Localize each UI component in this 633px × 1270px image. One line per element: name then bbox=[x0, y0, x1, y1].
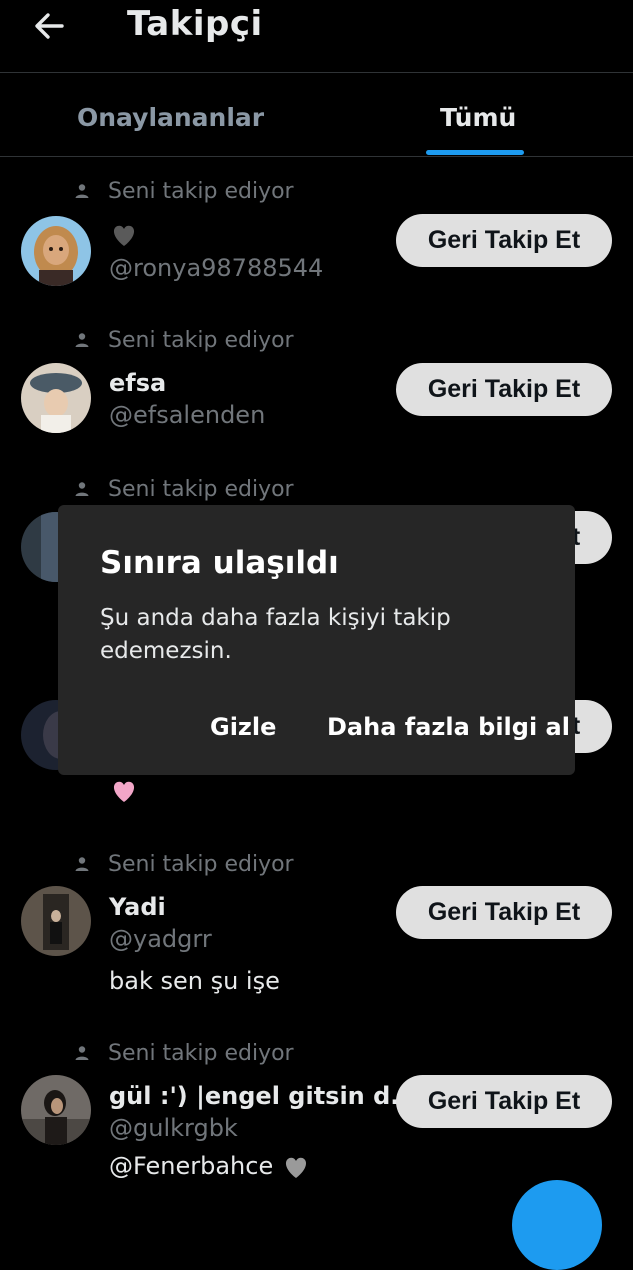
user-handle: @ronya98788544 bbox=[109, 254, 324, 282]
person-icon bbox=[75, 333, 89, 347]
follow-context: Seni takip ediyor bbox=[74, 851, 294, 877]
follow-context: Seni takip ediyor bbox=[74, 178, 294, 204]
follow-back-button[interactable]: Geri Takip Et bbox=[396, 1075, 612, 1128]
person-icon bbox=[75, 184, 89, 198]
list-item[interactable]: Seni takip ediyor gül :') |engel gitsin … bbox=[0, 1040, 633, 1200]
list-item[interactable]: Seni takip ediyor @ronya98788544 Geri Ta… bbox=[0, 178, 633, 308]
top-bar: Takipçi bbox=[0, 0, 633, 73]
user-bio: bak sen şu işe bbox=[109, 967, 280, 995]
avatar[interactable] bbox=[21, 363, 91, 433]
user-bio: @Fenerbahce bbox=[109, 1152, 311, 1182]
follow-context: Seni takip ediyor bbox=[74, 1040, 294, 1066]
tab-indicator bbox=[426, 150, 524, 155]
display-name: Yadi bbox=[109, 893, 166, 921]
hide-button[interactable]: Gizle bbox=[210, 713, 276, 741]
display-name bbox=[109, 220, 139, 250]
user-handle: @yadgrr bbox=[109, 925, 212, 953]
tab-verified[interactable]: Onaylananlar bbox=[77, 103, 264, 132]
follow-back-button[interactable]: Geri Takip Et bbox=[396, 363, 612, 416]
avatar[interactable] bbox=[21, 216, 91, 286]
pink-heart-icon bbox=[113, 781, 135, 802]
follow-back-button[interactable]: Geri Takip Et bbox=[396, 886, 612, 939]
avatar[interactable] bbox=[21, 1075, 91, 1145]
user-bio bbox=[109, 776, 139, 806]
arrow-left-icon[interactable] bbox=[30, 6, 70, 46]
list-item[interactable]: Seni takip ediyor Yadi @yadgrr bak sen ş… bbox=[0, 851, 633, 1011]
list-item[interactable]: Seni takip ediyor efsa @efsalenden Geri … bbox=[0, 327, 633, 457]
compose-button[interactable] bbox=[512, 1180, 602, 1270]
tab-bar: Onaylananlar Tümü bbox=[0, 73, 633, 157]
person-icon bbox=[75, 1046, 89, 1060]
limit-reached-dialog: Sınıra ulaşıldı Şu anda daha fazla kişiy… bbox=[58, 505, 575, 775]
display-name: gül :') |engel gitsin d... bbox=[109, 1082, 418, 1110]
tab-all[interactable]: Tümü bbox=[440, 103, 516, 132]
follow-context-label: Seni takip ediyor bbox=[108, 476, 294, 502]
follow-context-label: Seni takip ediyor bbox=[108, 178, 294, 204]
avatar[interactable] bbox=[21, 886, 91, 956]
user-handle: @efsalenden bbox=[109, 401, 266, 429]
follow-context: Seni takip ediyor bbox=[74, 327, 294, 353]
follow-context-label: Seni takip ediyor bbox=[108, 1040, 294, 1066]
dialog-title: Sınıra ulaşıldı bbox=[100, 545, 339, 581]
follow-context-label: Seni takip ediyor bbox=[108, 851, 294, 877]
white-heart-icon bbox=[285, 1157, 306, 1178]
follow-context: Seni takip ediyor bbox=[74, 476, 294, 502]
page-title: Takipçi bbox=[127, 4, 263, 44]
black-heart-icon bbox=[113, 225, 135, 246]
follow-context-label: Seni takip ediyor bbox=[108, 327, 294, 353]
person-icon bbox=[75, 857, 89, 871]
follow-back-button[interactable]: Geri Takip Et bbox=[396, 214, 612, 267]
user-handle: @gulkrgbk bbox=[109, 1114, 238, 1142]
dialog-message: Şu anda daha fazla kişiyi takip edemezsi… bbox=[100, 605, 451, 664]
person-icon bbox=[75, 482, 89, 496]
display-name: efsa bbox=[109, 369, 167, 397]
learn-more-button[interactable]: Daha fazla bilgi al bbox=[327, 713, 570, 741]
